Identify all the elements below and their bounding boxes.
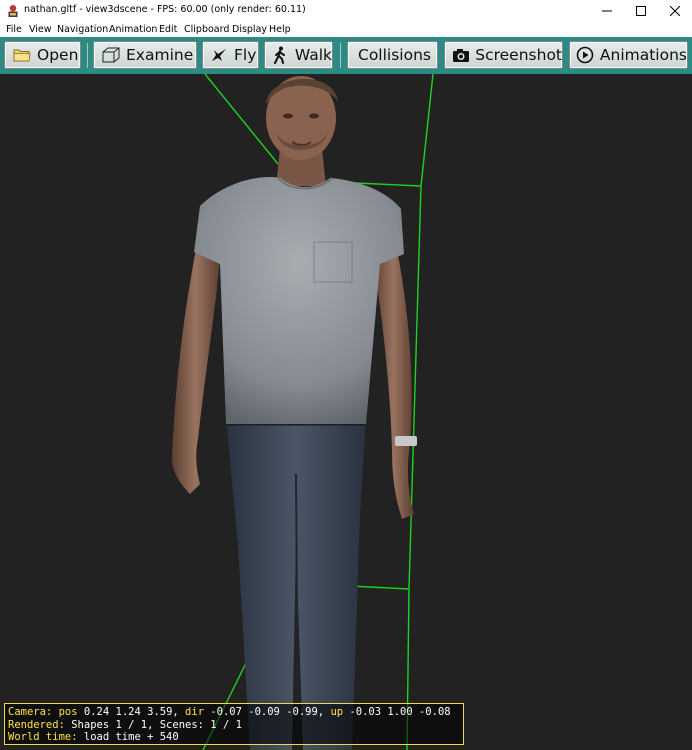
title-bar[interactable]: nathan.gltf - view3dscene - FPS: 60.00 (…	[0, 0, 692, 22]
maximize-icon	[636, 6, 646, 16]
menu-view[interactable]: View	[29, 24, 52, 35]
hud-world-time-value: load time + 540	[83, 731, 179, 743]
animations-button[interactable]: Animations	[569, 41, 688, 69]
hud-up-label: up	[330, 706, 344, 718]
menu-help[interactable]: Help	[269, 24, 291, 35]
collisions-label: Collisions	[358, 46, 431, 64]
menu-animation[interactable]: Animation	[109, 24, 157, 35]
toolbar-separator	[340, 43, 341, 68]
fly-button[interactable]: Fly	[202, 41, 259, 69]
open-button[interactable]: Open	[4, 41, 81, 69]
close-button[interactable]	[658, 0, 692, 22]
screenshot-button[interactable]: Screenshot	[444, 41, 563, 69]
hud-pos-value: 0.24 1.24 3.59,	[83, 706, 179, 718]
plane-icon	[209, 45, 229, 65]
examine-button[interactable]: Examine	[93, 41, 197, 69]
camera-info-overlay: Camera: pos 0.24 1.24 3.59, dir -0.07 -0…	[4, 703, 464, 745]
walking-person-icon	[271, 45, 290, 65]
hud-rendered-line: Rendered: Shapes 1 / 1, Scenes: 1 / 1	[8, 719, 460, 732]
minimize-icon	[602, 10, 612, 12]
character-model	[171, 76, 417, 750]
hud-world-time-line: World time: load time + 540	[8, 731, 460, 744]
open-label: Open	[37, 46, 79, 64]
animations-label: Animations	[599, 46, 687, 64]
menu-bar: File View Navigation Animation Edit Clip…	[0, 22, 692, 37]
collisions-toggle-button[interactable]: Collisions	[347, 41, 438, 69]
hud-up-value: -0.03 1.00 -0.08	[349, 706, 451, 718]
camera-icon	[451, 45, 470, 65]
cube-icon	[101, 45, 121, 65]
menu-display[interactable]: Display	[232, 24, 267, 35]
minimize-button[interactable]	[590, 0, 624, 22]
menu-navigation[interactable]: Navigation	[57, 24, 108, 35]
view3dscene-window: nathan.gltf - view3dscene - FPS: 60.00 (…	[0, 0, 692, 750]
maximize-button[interactable]	[624, 0, 658, 22]
folder-icon	[12, 45, 32, 65]
close-icon	[670, 6, 680, 16]
examine-label: Examine	[126, 46, 194, 64]
view3dscene-app-icon	[8, 5, 18, 17]
walk-button[interactable]: Walk	[264, 41, 333, 69]
play-circle-icon	[576, 45, 595, 65]
screenshot-label: Screenshot	[475, 46, 562, 64]
hud-rendered-label: Rendered:	[8, 718, 65, 731]
hud-camera-label: Camera:	[8, 706, 53, 718]
toolbar-separator	[87, 43, 88, 68]
walk-label: Walk	[294, 46, 332, 64]
toolbar: Open Examine Fly Walk Collisions Screens…	[0, 37, 692, 75]
hud-rendered-value: Shapes 1 / 1, Scenes: 1 / 1	[71, 718, 242, 731]
hud-pos-label: pos	[58, 706, 78, 718]
hud-dir-label: dir	[185, 706, 205, 718]
menu-edit[interactable]: Edit	[159, 24, 177, 35]
3d-viewport[interactable]: Camera: pos 0.24 1.24 3.59, dir -0.07 -0…	[0, 74, 692, 750]
hud-dir-value: -0.07 -0.09 -0.99,	[210, 706, 325, 718]
fly-label: Fly	[234, 46, 257, 64]
hud-camera-line: Camera: pos 0.24 1.24 3.59, dir -0.07 -0…	[8, 706, 460, 719]
scene-render	[171, 74, 434, 750]
hud-world-time-label: World time:	[8, 731, 78, 743]
menu-clipboard[interactable]: Clipboard	[184, 24, 229, 35]
menu-file[interactable]: File	[6, 24, 22, 35]
window-title: nathan.gltf - view3dscene - FPS: 60.00 (…	[24, 4, 306, 15]
